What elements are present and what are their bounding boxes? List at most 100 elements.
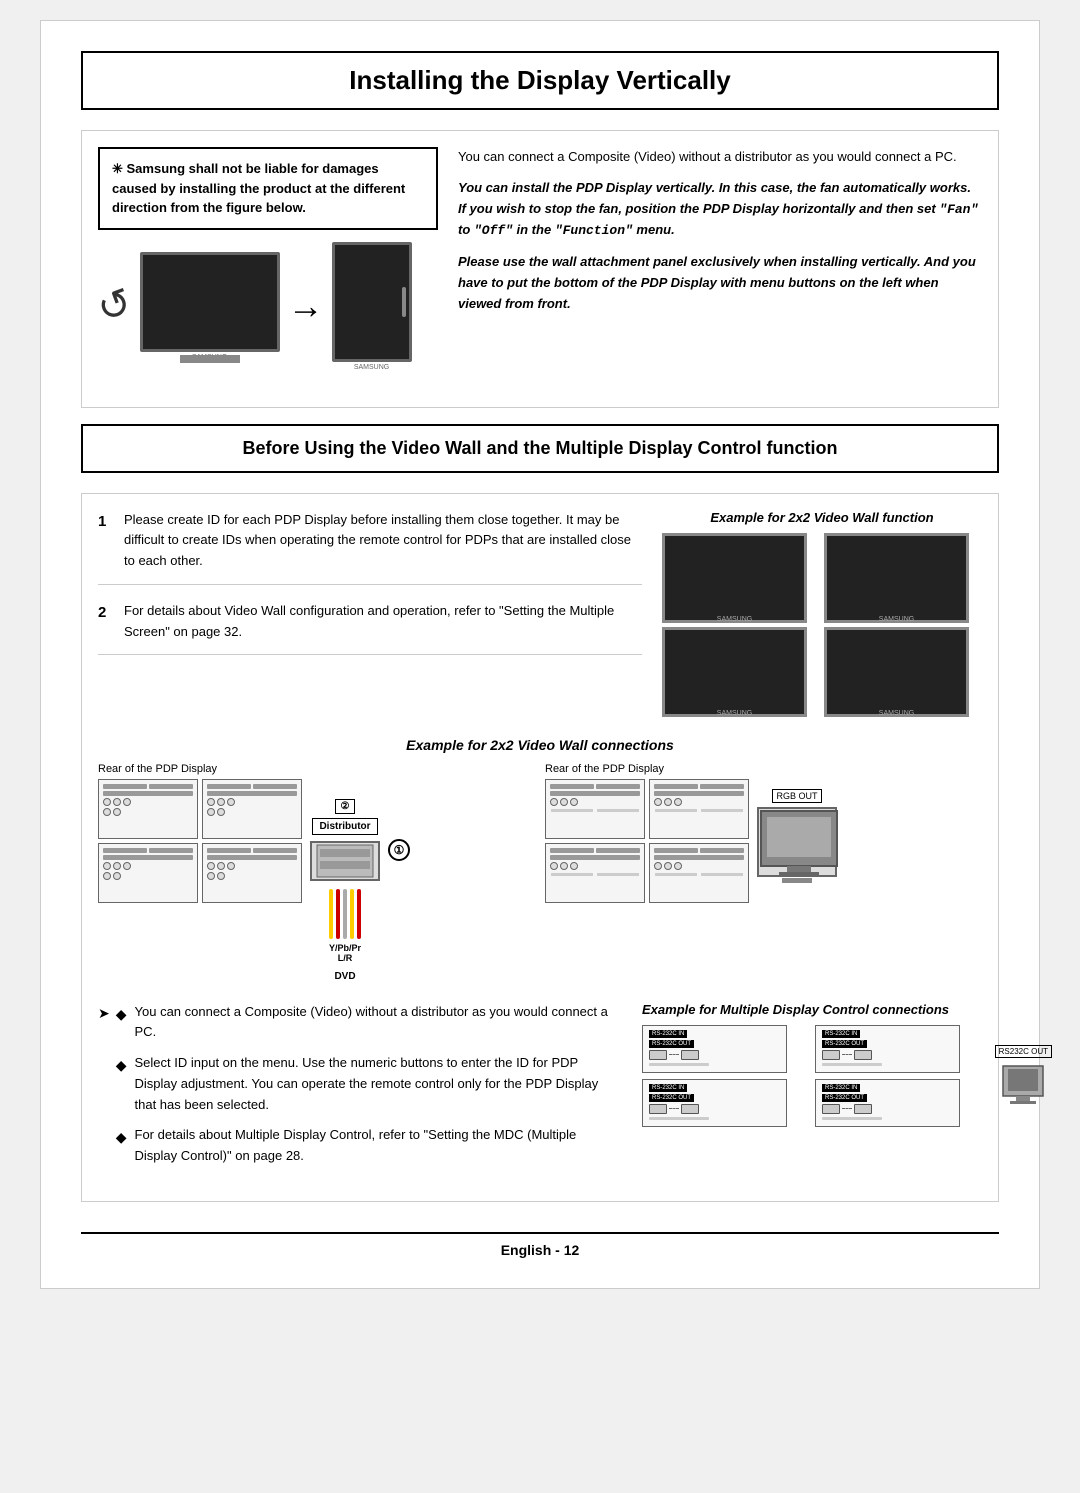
footer-text: English - 12 [501, 1242, 580, 1258]
dashed-conn-3 [669, 1108, 679, 1109]
vw-screen-1: SAMSUNG [662, 533, 807, 623]
pdp-grid-right [545, 779, 749, 903]
bullet-sym-1: ◆ [116, 1003, 127, 1044]
rs232-out-2: RS-232C OUT [822, 1040, 867, 1048]
mdc-conn-1 [649, 1050, 780, 1060]
conn-left: Rear of the PDP Display [98, 763, 535, 982]
left-column: ✳ Samsung shall not be liable for damage… [98, 147, 438, 371]
pdp-unit-5 [545, 779, 645, 839]
warning-box: ✳ Samsung shall not be liable for damage… [98, 147, 438, 230]
distributor-area: ② Distributor [310, 799, 380, 982]
arrow-right-icon: → [288, 285, 324, 327]
pdp-unit-6 [649, 779, 749, 839]
dashed-conn-2 [842, 1054, 852, 1055]
rs232-in-3: RS-232C IN [649, 1084, 687, 1092]
mdc-port-3a [649, 1104, 667, 1114]
dvd-label: DVD [334, 971, 355, 982]
rear-label-left: Rear of the PDP Display [98, 763, 535, 775]
footer: English - 12 [81, 1232, 999, 1258]
mdc-unit-2: RS-232C IN RS-232C OUT [815, 1025, 960, 1073]
rgb-out-label: RGB OUT [772, 789, 821, 803]
vw-grid: SAMSUNG SAMSUNG SAMSUNG SAMSUNG [662, 533, 982, 717]
mdc-port-4b [854, 1104, 872, 1114]
top-section: ✳ Samsung shall not be liable for damage… [81, 130, 999, 408]
step-1: 1 Please create ID for each PDP Display … [98, 510, 642, 585]
connections-diagram: Rear of the PDP Display [98, 763, 982, 982]
bullet-1: ◆ You can connect a Composite (Video) wi… [116, 1002, 622, 1044]
mdc-port-3b [681, 1104, 699, 1114]
mdc-conn-2 [822, 1050, 953, 1060]
pdp-unit-7 [545, 843, 645, 903]
step-2: 2 For details about Video Wall configura… [98, 601, 642, 656]
rs232-in-1: RS-232C IN [649, 1030, 687, 1038]
cable-y2 [350, 889, 354, 939]
vw-screen-2: SAMSUNG [824, 533, 969, 623]
monitor-vertical [332, 242, 412, 362]
step-1-text: Please create ID for each PDP Display be… [124, 510, 642, 572]
bullet-2-text: Select ID input on the menu. Use the num… [135, 1053, 622, 1115]
arrow-icon: ➤ [98, 1002, 110, 1178]
rs232-out-3: RS-232C OUT [649, 1094, 694, 1102]
pc-icon [998, 1061, 1048, 1111]
step-1-num: 1 [98, 510, 114, 572]
rotate-arrow-icon: ↺ [91, 279, 138, 334]
vw-example-title: Example for 2x2 Video Wall function [662, 510, 982, 525]
dashed-conn-1 [669, 1054, 679, 1055]
vw-screen-3: SAMSUNG [662, 627, 807, 717]
italic-text-2: Please use the wall attachment panel exc… [458, 254, 976, 311]
video-wall-example: Example for 2x2 Video Wall function SAMS… [662, 510, 982, 717]
arrow-intro: ➤ ◆ You can connect a Composite (Video) … [98, 1002, 622, 1178]
samsung-label-vert: SAMSUNG [354, 364, 389, 371]
bullet-2: ◆ Select ID input on the menu. Use the n… [116, 1053, 622, 1115]
mdc-port-1a [649, 1050, 667, 1060]
mdc-port-1b [681, 1050, 699, 1060]
cables [329, 889, 361, 939]
pdp-grid-left [98, 779, 302, 903]
conn-right-inner: RGB OUT [545, 779, 982, 903]
rs232-in-2: RS-232C IN [822, 1030, 860, 1038]
section2-wrapper: 1 Please create ID for each PDP Display … [81, 493, 999, 1203]
cable-r2 [357, 889, 361, 939]
distributor-device [310, 841, 380, 881]
rs232c-out-label: RS232C OUT [995, 1045, 1052, 1058]
bullet-3: ◆ For details about Multiple Display Con… [116, 1125, 622, 1167]
pdp-unit-1 [98, 779, 198, 839]
bullet-sym-3: ◆ [116, 1126, 127, 1167]
mdc-port-2a [822, 1050, 840, 1060]
italic-paragraph-2: Please use the wall attachment panel exc… [458, 252, 982, 314]
vw-screen-4: SAMSUNG [824, 627, 969, 717]
circle-1-label: ① [388, 839, 410, 861]
mdc-port-2b [854, 1050, 872, 1060]
mdc-unit-4: RS-232C IN RS-232C OUT [815, 1079, 960, 1127]
pdp-unit-3 [98, 843, 198, 903]
italic-text-1: You can install the PDP Display vertical… [458, 180, 978, 238]
page-title: Installing the Display Vertically [81, 51, 999, 110]
pdp-unit-8 [649, 843, 749, 903]
cable-w [343, 889, 347, 939]
rear-label-right: Rear of the PDP Display [545, 763, 982, 775]
step-2-num: 2 [98, 601, 114, 643]
circle-1: ① [388, 839, 410, 861]
dashed-conn-4 [842, 1108, 852, 1109]
rs232-out-4: RS-232C OUT [822, 1094, 867, 1102]
distributor-label: Distributor [312, 818, 377, 835]
bullets-container: ◆ You can connect a Composite (Video) wi… [116, 1002, 622, 1178]
step-2-text: For details about Video Wall configurati… [124, 601, 642, 643]
mdc-port-4a [822, 1104, 840, 1114]
mdc-pc: RS232C OUT [995, 1045, 1052, 1111]
mdc-diagram: Example for Multiple Display Control con… [642, 1002, 982, 1186]
bullet-sym-2: ◆ [116, 1054, 127, 1115]
italic-paragraph-1: You can install the PDP Display vertical… [458, 178, 982, 242]
pdp-unit-2 [202, 779, 302, 839]
conn-example-title: Example for 2x2 Video Wall connections [98, 737, 982, 753]
circle-2-label: ② [335, 799, 356, 814]
monitor-horizontal [140, 252, 280, 352]
mdc-title: Example for Multiple Display Control con… [642, 1002, 982, 1017]
bottom-section: ➤ ◆ You can connect a Composite (Video) … [98, 1002, 982, 1186]
pc-area: RGB OUT [757, 789, 837, 877]
bullet-1-text: You can connect a Composite (Video) with… [135, 1002, 622, 1044]
right-column: You can connect a Composite (Video) with… [458, 147, 982, 371]
cable-r [336, 889, 340, 939]
fan-note: You can connect a Composite (Video) with… [458, 147, 982, 168]
mdc-unit-1: RS-232C IN RS-232C OUT [642, 1025, 787, 1073]
